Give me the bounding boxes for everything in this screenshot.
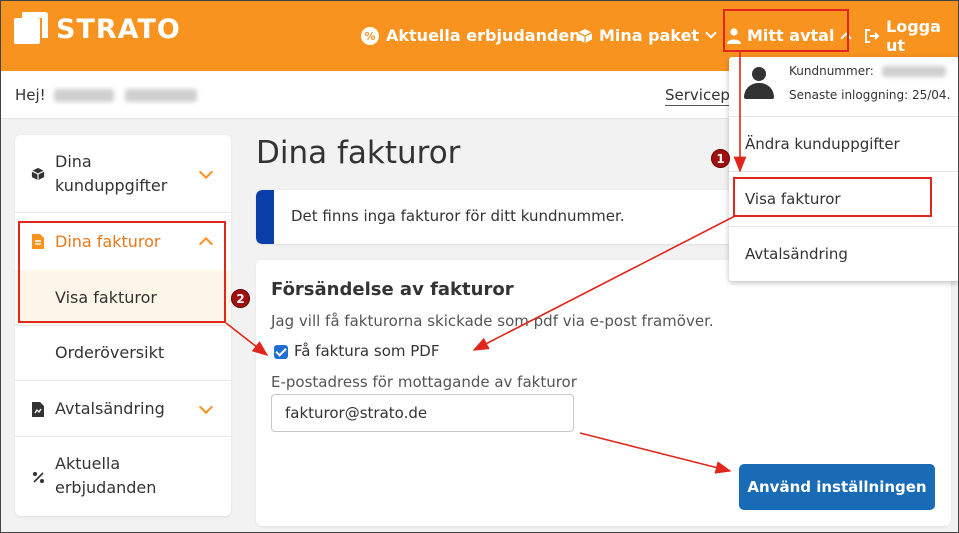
dropdown-user-info: Kundnummer: Senaste inloggning: 25/04.	[729, 57, 959, 117]
sidebar: Dina kunduppgifter Dina fakturor Visa fa…	[15, 135, 231, 516]
notice-text: Det finns inga fakturor för ditt kundnum…	[291, 207, 625, 225]
percent-icon	[31, 470, 45, 484]
notice-accent-bar	[256, 190, 274, 244]
invoice-delivery-card: Försändelse av fakturor Jag vill få fakt…	[256, 260, 951, 526]
sidebar-item-label: kunduppgifter	[55, 176, 168, 195]
sidebar-item-label: erbjudanden	[55, 478, 157, 497]
user-icon	[727, 27, 741, 44]
strato-logo-icon	[14, 12, 48, 46]
annotation-marker-1: 1	[711, 149, 730, 168]
sidebar-item-label: Dina	[55, 152, 92, 171]
nav-logout-label: Logga ut	[886, 16, 941, 55]
logo-text: STRATO	[56, 13, 181, 45]
dropdown-item-show-invoices[interactable]: Visa fakturor	[729, 172, 959, 227]
logout-icon	[864, 28, 880, 44]
dropdown-item-contract-change[interactable]: Avtalsändring	[729, 227, 959, 281]
svg-text:%: %	[364, 30, 375, 43]
pdf-invoice-checkbox[interactable]	[274, 345, 288, 359]
email-field[interactable]	[271, 394, 574, 432]
email-field-label: E-postadress för mottagande av fakturor	[271, 373, 577, 391]
my-contract-dropdown: Kundnummer: Senaste inloggning: 25/04. Ä…	[729, 57, 959, 281]
sidebar-subitem-order-overview[interactable]: Orderöversikt	[15, 326, 231, 381]
redacted-name	[54, 89, 115, 102]
last-login: Senaste inloggning: 25/04.	[789, 88, 951, 102]
contract-icon	[31, 401, 45, 417]
apply-settings-button[interactable]: Använd inställningen	[739, 464, 935, 510]
customer-number-label: Kundnummer:	[789, 64, 874, 78]
sidebar-subitem-label: Visa fakturor	[55, 288, 157, 307]
page-title: Dina fakturor	[256, 135, 461, 171]
dropdown-item-edit-customer-data[interactable]: Ändra kunduppgifter	[729, 117, 959, 172]
sidebar-item-invoices[interactable]: Dina fakturor	[15, 213, 231, 270]
sidebar-item-label: Avtalsändring	[55, 399, 165, 418]
sidebar-subitem-show-invoices[interactable]: Visa fakturor	[15, 270, 231, 326]
redacted-surname	[125, 89, 198, 102]
dropdown-item-label: Visa fakturor	[745, 190, 841, 208]
customer-number: Kundnummer:	[789, 64, 946, 78]
chevron-down-icon	[198, 164, 214, 180]
sidebar-item-label: Aktuella	[55, 454, 121, 473]
annotation-marker-2: 2	[231, 289, 250, 308]
sidebar-subitem-label: Orderöversikt	[55, 343, 165, 362]
chevron-down-icon	[705, 27, 717, 39]
sidebar-item-customer-data[interactable]: Dina kunduppgifter	[15, 135, 231, 213]
service-link[interactable]: Servicep	[665, 85, 730, 106]
chevron-up-icon	[840, 32, 853, 44]
chevron-up-icon	[198, 236, 214, 252]
sidebar-item-label: Dina fakturor	[55, 232, 161, 251]
nav-packages-label: Mina paket	[599, 26, 700, 45]
info-notice: Det finns inga fakturor för ditt kundnum…	[256, 190, 766, 244]
redacted-customer-number	[881, 66, 946, 77]
sidebar-item-contract-change[interactable]: Avtalsändring	[15, 381, 231, 437]
greeting-prefix: Hej!	[15, 86, 46, 104]
cube-icon	[577, 28, 593, 44]
nav-my-contract-label: Mitt avtal	[747, 26, 835, 45]
dropdown-item-label: Avtalsändring	[745, 245, 848, 263]
chevron-down-icon	[198, 399, 214, 415]
nav-offers[interactable]: % Aktuella erbjudanden	[360, 0, 581, 71]
pdf-invoice-checkbox-label[interactable]: Få faktura som PDF	[294, 342, 439, 360]
nav-packages[interactable]: Mina paket	[577, 0, 717, 71]
sidebar-item-current-offers[interactable]: Aktuella erbjudanden	[15, 437, 231, 516]
card-description: Jag vill få fakturorna skickade som pdf …	[271, 312, 714, 330]
dropdown-item-label: Ändra kunduppgifter	[745, 135, 900, 153]
box-icon	[31, 167, 45, 181]
card-title: Försändelse av fakturor	[271, 279, 514, 300]
document-icon	[31, 233, 45, 249]
avatar-icon	[744, 67, 774, 101]
percent-badge-icon: %	[360, 26, 380, 46]
nav-offers-label: Aktuella erbjudanden	[386, 26, 581, 45]
strato-logo[interactable]: STRATO	[14, 12, 181, 46]
greeting-text: Hej!	[15, 86, 198, 104]
